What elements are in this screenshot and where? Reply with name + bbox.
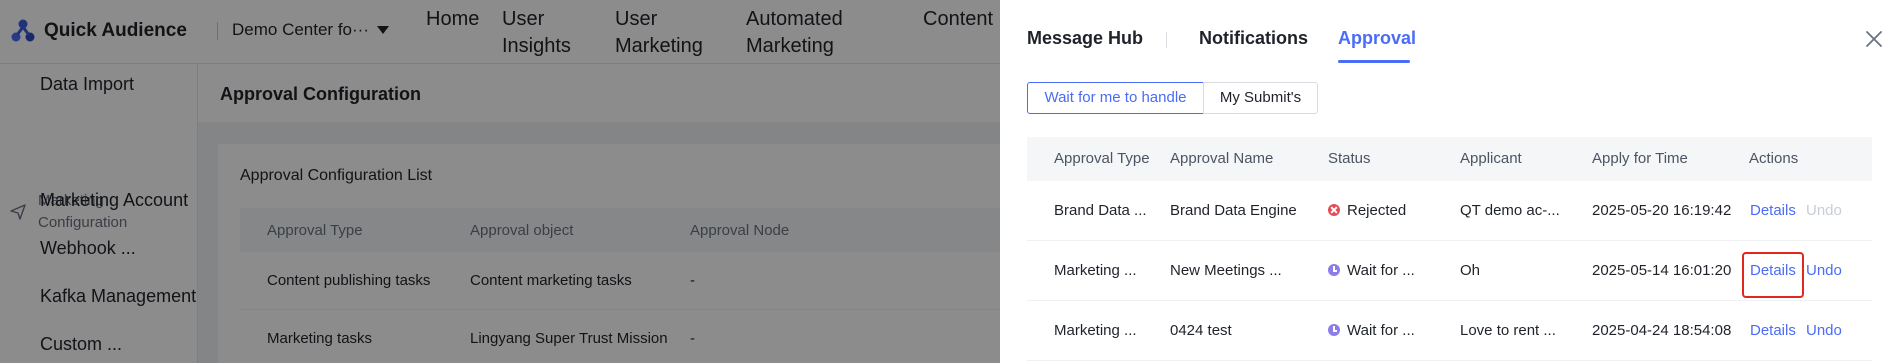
- cell-apply-time: 2025-05-20 16:19:42: [1592, 202, 1732, 219]
- cell-approval-name: New Meetings ...: [1170, 262, 1282, 279]
- clock-icon: [1328, 324, 1340, 336]
- details-link[interactable]: Details: [1750, 322, 1796, 339]
- approval-row: Marketing ... 0424 test Wait for ... Lov…: [1027, 301, 1872, 361]
- column-header-actions: Actions: [1749, 150, 1799, 167]
- cell-approval-type: Marketing ...: [1054, 262, 1137, 279]
- message-drawer: Message Hub Notifications Approval Wait …: [1000, 0, 1893, 363]
- details-link[interactable]: Details: [1750, 202, 1796, 219]
- undo-link[interactable]: Undo: [1806, 262, 1842, 279]
- undo-link[interactable]: Undo: [1806, 322, 1842, 339]
- column-header-approval-type: Approval Type: [1054, 150, 1150, 167]
- approval-table-header: Approval Type Approval Name Status Appli…: [1027, 137, 1872, 181]
- cell-applicant: Love to rent ...: [1460, 322, 1556, 339]
- tab-divider: [1166, 32, 1167, 48]
- segment-wait-for-me[interactable]: Wait for me to handle: [1027, 82, 1204, 114]
- status-badge: Wait for ...: [1328, 262, 1415, 279]
- status-text: Wait for ...: [1347, 262, 1415, 279]
- details-link[interactable]: Details: [1750, 262, 1796, 279]
- column-header-approval-name: Approval Name: [1170, 150, 1274, 167]
- rejected-icon: [1328, 204, 1340, 216]
- undo-link: Undo: [1806, 202, 1842, 219]
- cell-approval-type: Brand Data ...: [1054, 202, 1147, 219]
- column-header-status: Status: [1328, 150, 1371, 167]
- active-tab-indicator: [1338, 60, 1410, 63]
- cell-approval-name: 0424 test: [1170, 322, 1232, 339]
- cell-approval-type: Marketing ...: [1054, 322, 1137, 339]
- column-header-apply-time: Apply for Time: [1592, 150, 1688, 167]
- clock-icon: [1328, 264, 1340, 276]
- approval-row: Marketing ... New Meetings ... Wait for …: [1027, 241, 1872, 301]
- cell-apply-time: 2025-05-14 16:01:20: [1592, 262, 1732, 279]
- segment-my-submits[interactable]: My Submit's: [1203, 82, 1318, 114]
- status-badge: Wait for ...: [1328, 322, 1415, 339]
- close-icon[interactable]: [1864, 29, 1884, 49]
- status-badge: Rejected: [1328, 202, 1406, 219]
- tab-message-hub[interactable]: Message Hub: [1027, 28, 1143, 49]
- cell-applicant: Oh: [1460, 262, 1481, 279]
- status-text: Wait for ...: [1347, 322, 1415, 339]
- cell-apply-time: 2025-04-24 18:54:08: [1592, 322, 1732, 339]
- tab-approval[interactable]: Approval: [1338, 28, 1416, 49]
- cell-applicant: QT demo ac-...: [1460, 202, 1560, 219]
- status-text: Rejected: [1347, 202, 1407, 219]
- approval-row: Brand Data ... Brand Data Engine Rejecte…: [1027, 181, 1872, 241]
- column-header-applicant: Applicant: [1460, 150, 1522, 167]
- cell-approval-name: Brand Data Engine: [1170, 202, 1297, 219]
- tab-notifications[interactable]: Notifications: [1199, 28, 1308, 49]
